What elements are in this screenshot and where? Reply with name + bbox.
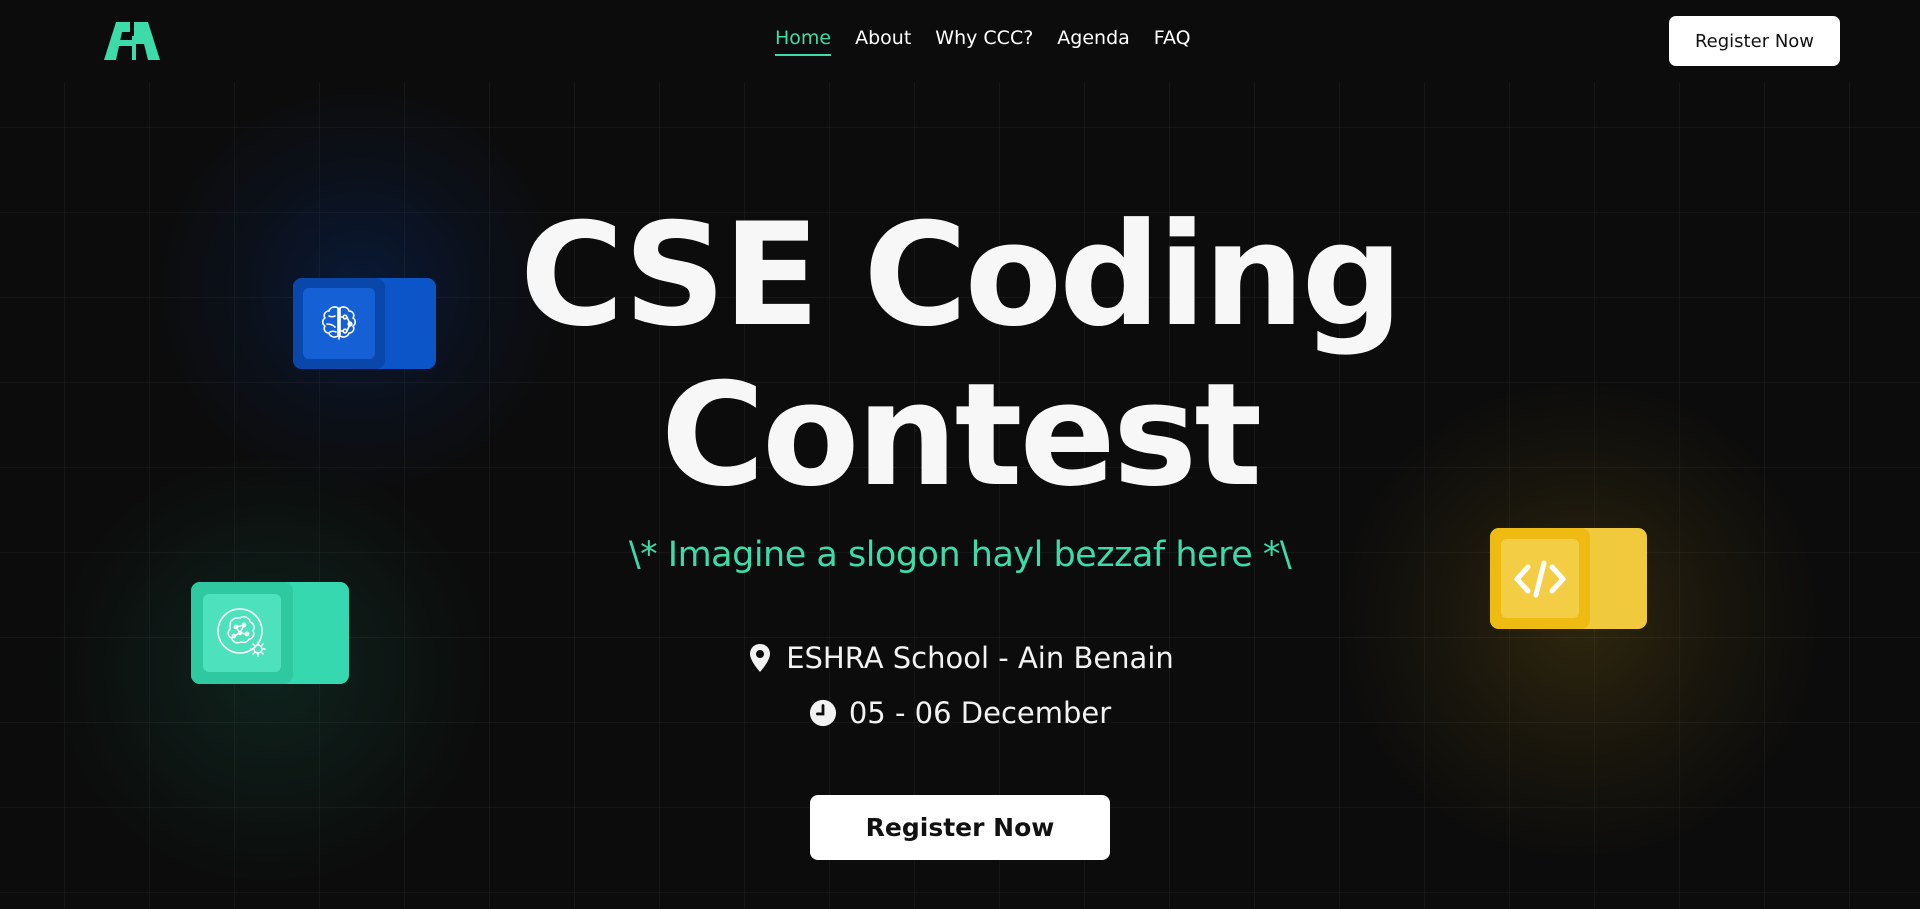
- code-icon: [1514, 560, 1566, 597]
- event-date: 05 - 06 December: [560, 696, 1360, 730]
- nav-link-agenda[interactable]: Agenda: [1057, 27, 1130, 56]
- nav-menu: Home About Why CCC? Agenda FAQ: [775, 27, 1191, 56]
- nav-link-home[interactable]: Home: [775, 27, 832, 56]
- navbar: Home About Why CCC? Agenda FAQ Register …: [0, 0, 1920, 82]
- logo-icon[interactable]: [104, 22, 160, 60]
- location-pin-icon: [750, 644, 771, 672]
- code-card-tile: [1501, 539, 1579, 618]
- date-text: 05 - 06 December: [848, 696, 1112, 730]
- clock-icon: [809, 699, 836, 727]
- hero-title-line-2: Contest: [660, 353, 1262, 518]
- brain-card: [293, 278, 436, 369]
- ai-card: [191, 582, 349, 684]
- nav-link-faq[interactable]: FAQ: [1154, 27, 1191, 56]
- hero-title-line-1: CSE Coding: [519, 193, 1403, 358]
- nav-link-about[interactable]: About: [855, 27, 911, 56]
- brain-card-tile: [303, 288, 375, 359]
- nav-register-button[interactable]: Register Now: [1669, 16, 1840, 66]
- code-card: [1490, 528, 1647, 629]
- event-location: ESHRA School - Ain Benain: [560, 641, 1360, 675]
- hero-register-button[interactable]: Register Now: [810, 795, 1110, 860]
- hero-slogan: \* Imagine a slogon hayl bezzaf here *\: [628, 535, 1292, 575]
- nav-link-why-ccc[interactable]: Why CCC?: [935, 27, 1033, 56]
- hero-title: CSE Coding Contest: [460, 196, 1460, 516]
- ai-brain-gear-icon: [217, 608, 266, 657]
- brain-icon: [321, 305, 357, 340]
- location-text: ESHRA School - Ain Benain: [786, 641, 1174, 675]
- landing-page: Home About Why CCC? Agenda FAQ Register …: [0, 0, 1920, 909]
- ai-card-tile: [203, 594, 281, 672]
